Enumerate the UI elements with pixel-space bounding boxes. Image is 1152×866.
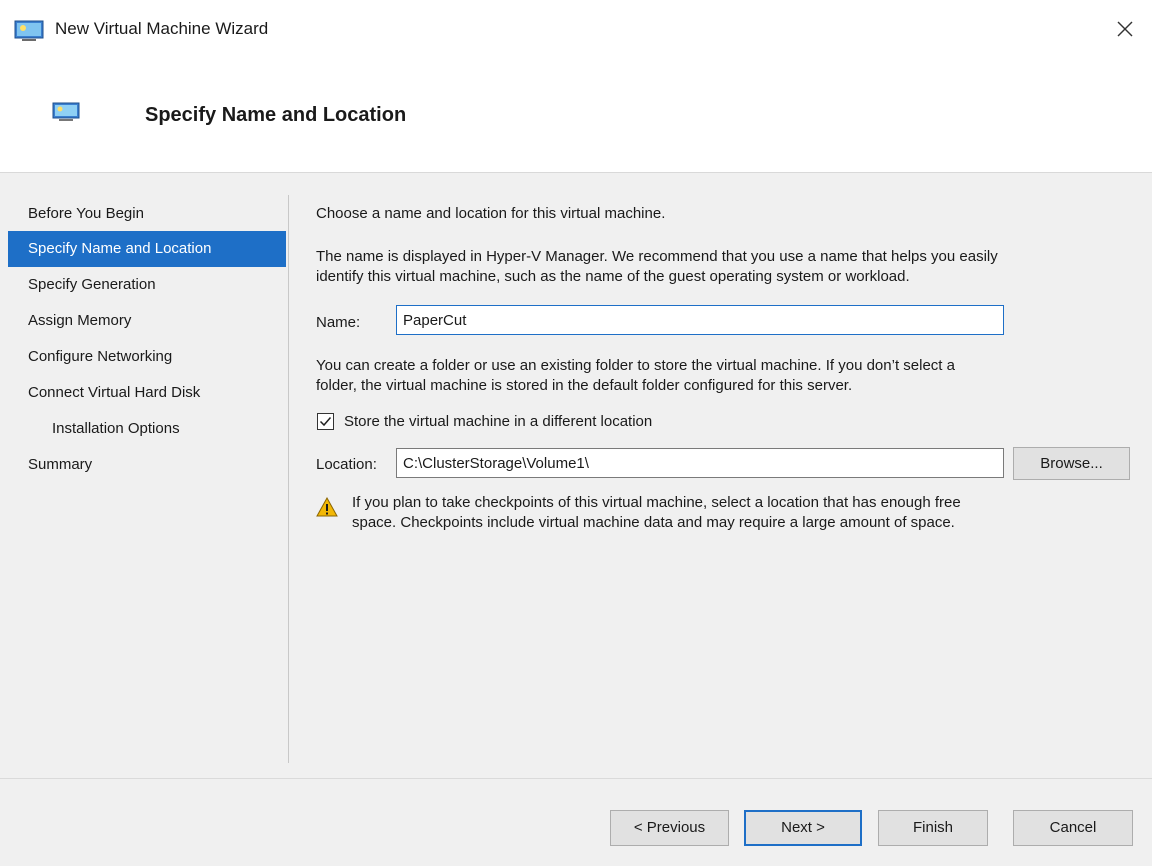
- folder-help-line-2: folder, the virtual machine is stored in…: [316, 377, 853, 394]
- page-title: Specify Name and Location: [145, 104, 407, 126]
- nav-item-connect-virtual-hard-disk[interactable]: Connect Virtual Hard Disk: [8, 375, 286, 411]
- nav-divider: [288, 195, 289, 763]
- wizard-footer: < Previous Next > Finish Cancel: [0, 778, 1152, 866]
- store-location-checkbox[interactable]: [317, 413, 334, 430]
- close-button[interactable]: [1110, 14, 1140, 44]
- nav-item-before-you-begin[interactable]: Before You Begin: [8, 197, 286, 231]
- nav-item-specify-generation[interactable]: Specify Generation: [8, 267, 286, 303]
- virtual-machine-icon: [52, 102, 80, 122]
- store-location-label[interactable]: Store the virtual machine in a different…: [344, 413, 652, 430]
- wizard-window: New Virtual Machine Wizard Specify Name …: [0, 0, 1152, 866]
- warning-line-1: If you plan to take checkpoints of this …: [352, 494, 961, 511]
- name-input[interactable]: [396, 305, 1004, 335]
- wizard-step-nav: Before You Begin Specify Name and Locati…: [8, 197, 286, 483]
- intro-text: Choose a name and location for this virt…: [316, 205, 666, 222]
- window-title: New Virtual Machine Wizard: [55, 19, 269, 38]
- nav-item-configure-networking[interactable]: Configure Networking: [8, 339, 286, 375]
- location-label: Location:: [316, 456, 377, 473]
- warning-icon: [316, 496, 338, 521]
- close-icon: [1117, 21, 1133, 37]
- virtual-machine-icon: [14, 20, 46, 42]
- nav-item-summary[interactable]: Summary: [8, 447, 286, 483]
- next-button[interactable]: Next >: [744, 810, 862, 846]
- title-bar: New Virtual Machine Wizard: [0, 0, 1152, 60]
- previous-button[interactable]: < Previous: [610, 810, 729, 846]
- nav-item-installation-options[interactable]: Installation Options: [8, 411, 286, 447]
- warning-line-2: space. Checkpoints include virtual machi…: [352, 514, 955, 531]
- cancel-button[interactable]: Cancel: [1013, 810, 1133, 846]
- name-help-line-1: The name is displayed in Hyper-V Manager…: [316, 248, 998, 265]
- location-input[interactable]: [396, 448, 1004, 478]
- browse-button[interactable]: Browse...: [1013, 447, 1130, 480]
- folder-help-line-1: You can create a folder or use an existi…: [316, 357, 955, 374]
- nav-item-specify-name-and-location[interactable]: Specify Name and Location: [8, 231, 286, 267]
- page-header: Specify Name and Location: [0, 60, 1152, 173]
- wizard-body: Before You Begin Specify Name and Locati…: [0, 173, 1152, 778]
- finish-button[interactable]: Finish: [878, 810, 988, 846]
- name-help-line-2: identify this virtual machine, such as t…: [316, 268, 910, 285]
- checkmark-icon: [319, 417, 332, 427]
- nav-item-assign-memory[interactable]: Assign Memory: [8, 303, 286, 339]
- name-label: Name:: [316, 314, 361, 331]
